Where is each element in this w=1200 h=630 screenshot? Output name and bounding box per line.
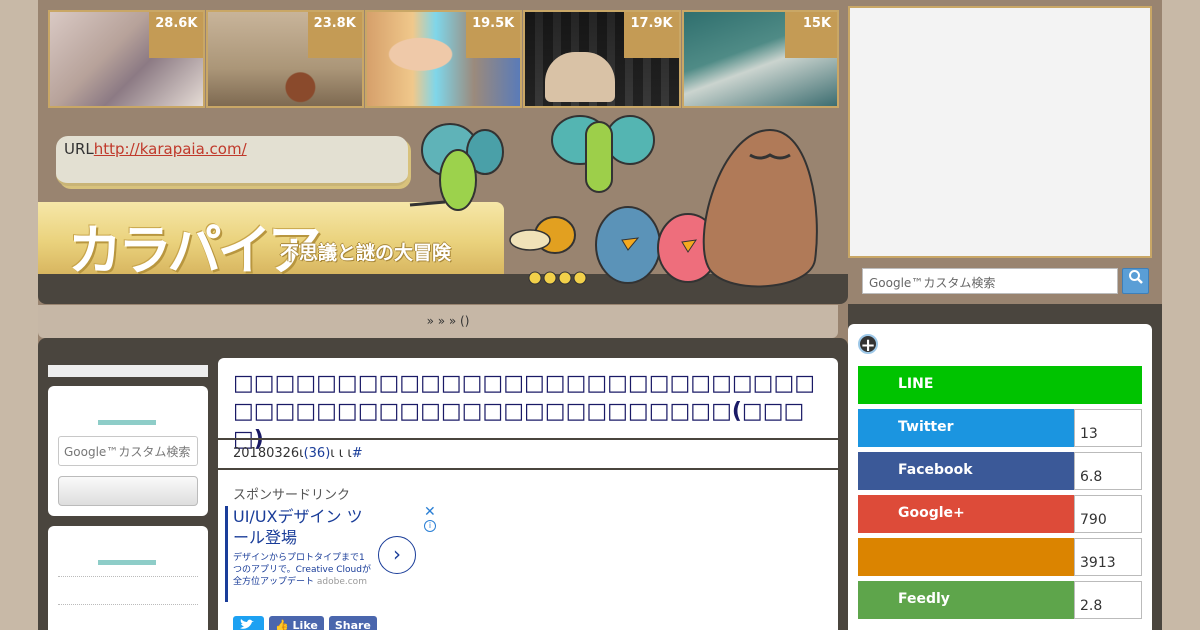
- like-label: Like: [292, 619, 318, 630]
- view-count-badge: 15K: [785, 12, 838, 58]
- section-divider: [98, 420, 156, 425]
- sponsored-ad[interactable]: UI/UXデザイン ツール登場 デザインからプロトタイプまで1つのアプリで。Cr…: [225, 504, 437, 602]
- share-label: Google+: [858, 495, 1074, 533]
- trending-thumb[interactable]: 19.5K: [364, 10, 523, 108]
- share-label: Twitter: [858, 409, 1074, 447]
- breadcrumb[interactable]: » » » (): [38, 305, 838, 338]
- article-title[interactable]: □□□□□□□□□□□□□□□□□□□□□□□□□□□□□□□□□□□□□□□□…: [233, 370, 823, 454]
- twitter-bird-icon: [240, 619, 254, 629]
- facebook-like-button[interactable]: 👍 Like: [269, 616, 324, 630]
- share-label: Facebook: [858, 452, 1074, 490]
- title-rule: [218, 438, 838, 440]
- share-label: LINE: [858, 366, 1142, 404]
- left-search-input[interactable]: Google™カスタム検索: [58, 436, 198, 466]
- meta-rule: [218, 468, 838, 470]
- tweet-button[interactable]: [233, 616, 264, 630]
- share-count: 6.8: [1074, 452, 1142, 490]
- share-count: 790: [1074, 495, 1142, 533]
- share-row-googleplus[interactable]: Google+ 790: [858, 495, 1142, 533]
- url-prefix: URL: [64, 140, 94, 158]
- left-search-button[interactable]: [58, 476, 198, 506]
- article-meta: 20180326ι(36)ι ι ι#: [233, 446, 363, 461]
- left-sidebar-strip: [48, 365, 208, 377]
- view-count-badge: 23.8K: [307, 12, 362, 58]
- view-count-badge: 19.5K: [466, 12, 521, 58]
- post-date: 20180326: [233, 446, 300, 461]
- ad-headline[interactable]: UI/UXデザイン ツール登場: [233, 506, 373, 548]
- left-category-panel: [48, 526, 208, 630]
- share-count-panel: + LINE Twitter 13 Facebook 6.8 Google+ 790 …: [848, 324, 1152, 630]
- plus-icon[interactable]: +: [858, 334, 878, 355]
- facebook-share-button[interactable]: Share: [328, 616, 377, 630]
- close-icon[interactable]: ✕: [424, 504, 436, 520]
- site-url-box: URLhttp://karapaia.com/: [56, 136, 408, 186]
- ad-body: デザインからプロトタイプまで1つのアプリで。Creative Cloudが全方位…: [233, 552, 373, 588]
- article-share-buttons: 👍 Like Share: [233, 616, 377, 630]
- section-divider: [98, 560, 156, 565]
- mascot-characters-icon: [409, 115, 818, 288]
- share-count: 3913: [1074, 538, 1142, 576]
- share-label: Feedly: [858, 581, 1074, 619]
- share-row-hatena[interactable]: 3913: [858, 538, 1142, 576]
- hash-link[interactable]: #: [352, 446, 363, 461]
- share-label: [858, 538, 1074, 576]
- top-ad-slot: [848, 6, 1152, 258]
- trending-thumb[interactable]: 23.8K: [206, 10, 364, 108]
- magnifier-icon[interactable]: [1122, 268, 1149, 294]
- meta-separator: ι ι ι: [330, 446, 352, 461]
- share-row-feedly[interactable]: Feedly 2.8: [858, 581, 1142, 619]
- info-icon[interactable]: i: [424, 520, 436, 532]
- left-search-panel: Google™カスタム検索: [48, 386, 208, 516]
- trending-thumb[interactable]: 17.9K: [523, 10, 681, 108]
- view-count-badge: 17.9K: [624, 12, 679, 58]
- site-url-link[interactable]: http://karapaia.com/: [94, 140, 247, 158]
- comment-count-link[interactable]: (36): [304, 446, 331, 461]
- thumbs-up-icon: 👍: [275, 619, 289, 630]
- article-panel: □□□□□□□□□□□□□□□□□□□□□□□□□□□□□□□□□□□□□□□□…: [218, 358, 838, 630]
- view-count-badge: 28.6K: [149, 12, 204, 58]
- trending-strip: 28.6K 23.8K 19.5K 17.9K 15K: [48, 10, 840, 108]
- chevron-right-icon[interactable]: ›: [378, 536, 416, 574]
- trending-thumb[interactable]: 28.6K: [48, 10, 206, 108]
- share-row-line[interactable]: LINE: [858, 366, 1142, 404]
- share-row-twitter[interactable]: Twitter 13: [858, 409, 1142, 447]
- trending-thumb[interactable]: 15K: [681, 10, 840, 108]
- right-search-input[interactable]: Google™カスタム検索: [862, 268, 1118, 294]
- share-count: 2.8: [1074, 581, 1142, 619]
- mascot-illustration: [390, 110, 830, 300]
- search-icon: [1128, 270, 1143, 284]
- sponsored-label: スポンサードリンク: [233, 488, 351, 503]
- list-divider: [58, 604, 198, 605]
- list-divider: [58, 576, 198, 577]
- ad-domain: adobe.com: [316, 577, 367, 587]
- share-count: 13: [1074, 409, 1142, 447]
- share-row-facebook[interactable]: Facebook 6.8: [858, 452, 1142, 490]
